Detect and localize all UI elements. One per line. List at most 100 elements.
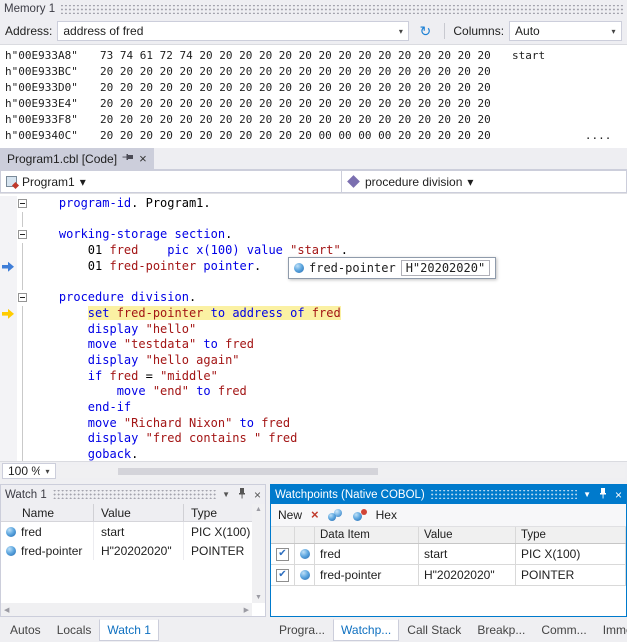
pin-window-icon[interactable] — [598, 487, 608, 502]
fold-margin[interactable] — [17, 322, 30, 338]
breakpoint-margin[interactable] — [0, 416, 17, 432]
new-watchpoint-button[interactable]: New — [278, 508, 302, 522]
scroll-up-icon[interactable]: ▲ — [255, 506, 262, 513]
chevron-down-icon[interactable]: ▾ — [467, 175, 473, 189]
members-dropdown[interactable]: procedure division ▾ — [342, 170, 627, 193]
breakpoint-margin[interactable] — [0, 353, 17, 369]
tab-watchp[interactable]: Watchp... — [333, 619, 399, 641]
fold-margin[interactable] — [17, 416, 30, 432]
datatip-variable-value[interactable]: H"20202020" — [401, 260, 490, 276]
scrollbar-thumb[interactable] — [118, 468, 378, 475]
types-dropdown[interactable]: Program1 ▾ — [0, 170, 342, 193]
watch-value-cell[interactable]: H"20202020" — [94, 541, 184, 560]
fold-margin[interactable] — [17, 212, 30, 228]
refresh-button[interactable]: ↻ — [414, 21, 436, 42]
fold-margin[interactable] — [17, 384, 30, 400]
watchpoint-enabled-checkbox[interactable]: ✔ — [276, 569, 289, 582]
pin-tab-icon[interactable] — [123, 151, 133, 166]
delete-watchpoint-icon[interactable]: × — [311, 509, 319, 521]
fold-margin[interactable] — [17, 227, 30, 243]
watchpoint-value-cell[interactable]: H"20202020" — [419, 565, 516, 585]
watchpoints-titlebar[interactable]: Watchpoints (Native COBOL) ▼ × — [271, 485, 626, 504]
document-tab[interactable]: Program1.cbl [Code] × — [0, 148, 154, 169]
breakpoint-margin[interactable] — [0, 290, 17, 306]
memory-titlebar[interactable]: Memory 1 — [0, 0, 627, 18]
pinned-datatip[interactable]: fred-pointer H"20202020" — [288, 257, 496, 279]
tab-progra[interactable]: Progra... — [271, 619, 333, 641]
watchpoint-dataitem-cell[interactable]: fred-pointer — [315, 565, 419, 585]
watchpoints-column-header[interactable]: Type — [516, 527, 626, 543]
watch-vertical-scrollbar[interactable]: ▲ ▼ — [252, 504, 265, 603]
watch-titlebar[interactable]: Watch 1 ▼ × — [1, 485, 265, 504]
watchpoint-value-cell[interactable]: start — [419, 544, 516, 564]
tab-breakp[interactable]: Breakp... — [469, 619, 533, 641]
scroll-left-icon[interactable]: ◀ — [4, 606, 9, 614]
fold-margin[interactable] — [17, 274, 30, 290]
breakpoint-margin[interactable] — [0, 337, 17, 353]
tab-comm[interactable]: Comm... — [533, 619, 594, 641]
breakpoint-margin[interactable] — [0, 384, 17, 400]
watch-horizontal-scrollbar[interactable]: ◀ ▶ — [1, 603, 252, 616]
breakpoint-margin[interactable] — [0, 243, 17, 259]
tab-watch-1[interactable]: Watch 1 — [99, 619, 159, 641]
watchpoint-enabled-checkbox[interactable]: ✔ — [276, 548, 289, 561]
tab-immedi[interactable]: Immedi... — [595, 619, 627, 641]
breakpoint-margin[interactable] — [0, 369, 17, 385]
watchpoints-column-header[interactable]: Value — [419, 527, 516, 543]
watchpoint-dataitem-cell[interactable]: fred — [315, 544, 419, 564]
fold-collapse-icon[interactable] — [18, 199, 27, 208]
breakpoint-margin[interactable] — [0, 196, 17, 212]
window-menu-icon[interactable]: ▼ — [222, 490, 230, 499]
breakpoint-margin[interactable] — [0, 227, 17, 243]
tab-call-stack[interactable]: Call Stack — [399, 619, 469, 641]
fold-margin[interactable] — [17, 400, 30, 416]
watch-row[interactable]: fred-pointerH"20202020"POINTER — [1, 541, 265, 560]
fold-margin[interactable] — [17, 353, 30, 369]
chevron-down-icon[interactable]: ▾ — [393, 27, 408, 36]
close-tab-icon[interactable]: × — [139, 153, 147, 164]
tab-locals[interactable]: Locals — [49, 619, 100, 641]
breakpoint-margin[interactable] — [0, 212, 17, 228]
breakpoint-margin[interactable] — [0, 274, 17, 290]
fold-collapse-icon[interactable] — [18, 230, 27, 239]
memory-dump[interactable]: h"00E933A8"73 74 61 72 74 20 20 20 20 20… — [0, 45, 627, 148]
chevron-down-icon[interactable]: ▾ — [606, 27, 621, 36]
close-window-icon[interactable]: × — [254, 490, 261, 500]
disable-watchpoint-icon[interactable] — [353, 509, 367, 522]
fold-margin[interactable] — [17, 431, 30, 447]
scroll-right-icon[interactable]: ▶ — [244, 606, 249, 614]
watch-column-header[interactable]: Value — [94, 504, 184, 521]
breakpoint-margin[interactable] — [0, 259, 17, 275]
watch-name-cell[interactable]: fred — [21, 522, 94, 541]
breakpoint-margin[interactable] — [0, 400, 17, 416]
close-window-icon[interactable]: × — [615, 490, 622, 500]
watch-row[interactable]: fredstartPIC X(100) — [1, 522, 265, 541]
breakpoint-margin[interactable] — [0, 322, 17, 338]
watch-name-cell[interactable]: fred-pointer — [21, 541, 94, 560]
fold-margin[interactable] — [17, 337, 30, 353]
pin-window-icon[interactable] — [237, 487, 247, 502]
watchpoint-row[interactable]: ✔fredstartPIC X(100) — [271, 544, 626, 565]
zoom-combobox[interactable]: 100 % ▾ — [2, 463, 56, 479]
breakpoint-margin[interactable] — [0, 306, 17, 322]
fold-collapse-icon[interactable] — [18, 293, 27, 302]
scroll-down-icon[interactable]: ▼ — [255, 594, 262, 601]
fold-margin[interactable] — [17, 306, 30, 322]
chevron-down-icon[interactable]: ▾ — [80, 175, 86, 189]
breakpoint-margin[interactable] — [0, 447, 17, 461]
watch-column-header[interactable]: Name — [1, 504, 94, 521]
fold-margin[interactable] — [17, 447, 30, 461]
code-editor[interactable]: program-id. Program1. working-storage se… — [0, 194, 627, 461]
address-combobox[interactable]: address of fred ▾ — [57, 21, 409, 41]
tab-autos[interactable]: Autos — [2, 619, 49, 641]
watchpoint-row[interactable]: ✔fred-pointerH"20202020"POINTER — [271, 565, 626, 586]
columns-combobox[interactable]: Auto ▾ — [509, 21, 622, 41]
fold-margin[interactable] — [17, 196, 30, 212]
chevron-down-icon[interactable]: ▾ — [40, 467, 55, 476]
fold-margin[interactable] — [17, 369, 30, 385]
watchpoint-group-icon[interactable] — [328, 509, 344, 522]
window-menu-icon[interactable]: ▼ — [583, 490, 591, 499]
watchpoints-column-header[interactable]: Data Item — [315, 527, 419, 543]
fold-margin[interactable] — [17, 290, 30, 306]
fold-margin[interactable] — [17, 243, 30, 259]
